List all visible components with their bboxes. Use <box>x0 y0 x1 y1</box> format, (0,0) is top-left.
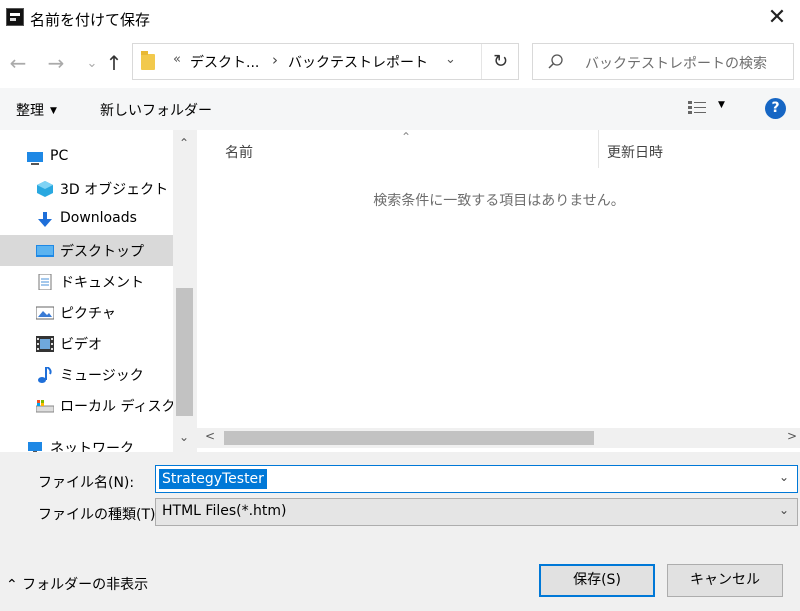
empty-results-message: 検索条件に一致する項目はありません。 <box>373 193 625 209</box>
3d-objects-icon <box>37 181 53 197</box>
sidebar-item-label: ネットワーク <box>50 441 134 452</box>
sidebar-item-label: ミュージック <box>60 368 144 384</box>
breadcrumb-item-report[interactable]: バックテストレポート <box>288 52 428 72</box>
sidebar-item-label: ピクチャ <box>60 306 116 322</box>
search-box[interactable]: バックテストレポートの検索 <box>532 43 794 80</box>
folder-icon <box>141 51 155 70</box>
scrollbar-thumb[interactable] <box>176 288 193 416</box>
scroll-down-icon[interactable]: ⌄ <box>179 430 189 444</box>
close-icon[interactable]: ✕ <box>762 4 792 32</box>
filename-value[interactable]: StrategyTester <box>159 469 267 489</box>
refresh-icon[interactable]: ↻ <box>481 44 519 79</box>
window-title: 名前を付けて保存 <box>30 11 151 29</box>
sidebar-item-label: Downloads <box>60 210 137 226</box>
recent-locations-icon[interactable]: ⌄ <box>80 53 104 77</box>
sidebar-item-downloads[interactable]: Downloads <box>0 204 173 235</box>
sidebar-item-videos[interactable]: ビデオ <box>0 328 173 359</box>
chevron-down-icon[interactable]: ⌄ <box>445 52 456 67</box>
sidebar-item-label: PC <box>50 148 69 164</box>
filename-field[interactable]: StrategyTester ⌄ <box>155 465 798 493</box>
new-folder-button[interactable]: 新しいフォルダー <box>100 100 212 120</box>
organize-button[interactable]: 整理 ▼ <box>16 100 57 120</box>
sidebar-item-label: ドキュメント <box>60 275 144 291</box>
disk-icon <box>36 400 54 413</box>
scroll-left-icon[interactable]: < <box>205 429 215 443</box>
app-icon <box>6 8 24 26</box>
organize-label: 整理 <box>16 103 44 119</box>
view-options-icon[interactable] <box>688 101 706 115</box>
column-header-date[interactable]: 更新日時 <box>607 142 663 162</box>
cancel-button[interactable]: キャンセル <box>667 564 783 597</box>
desktop-icon <box>36 245 54 257</box>
pc-icon <box>27 152 43 165</box>
chevron-right-icon[interactable]: › <box>272 51 278 69</box>
filetype-select[interactable]: HTML Files(*.htm) ⌄ <box>155 498 798 526</box>
video-icon <box>36 336 54 352</box>
column-header-name[interactable]: 名前 <box>225 142 253 162</box>
sidebar-item-pc[interactable]: PC <box>0 142 173 173</box>
sidebar-scrollbar[interactable]: ⌃ ⌄ <box>173 130 196 452</box>
sidebar-item-desktop[interactable]: デスクトップ <box>0 235 173 266</box>
command-toolbar: 整理 ▼ 新しいフォルダー ▼ ? <box>0 88 800 130</box>
file-list-pane: ⌃ 名前 更新日時 検索条件に一致する項目はありません。 < > <box>196 130 800 452</box>
breadcrumb-overflow[interactable]: « <box>173 52 181 67</box>
document-icon <box>38 274 52 290</box>
sort-ascending-icon: ⌃ <box>401 130 412 144</box>
forward-arrow-icon[interactable]: → <box>44 52 68 76</box>
breadcrumb-item-desktop[interactable]: デスクト... <box>190 52 259 72</box>
column-divider[interactable] <box>598 130 599 168</box>
view-caret-icon[interactable]: ▼ <box>718 100 725 110</box>
scroll-right-icon[interactable]: > <box>787 429 797 443</box>
sidebar-item-label: ビデオ <box>60 337 102 353</box>
hide-folders-toggle[interactable]: ⌃ フォルダーの非表示 <box>6 574 148 594</box>
save-button[interactable]: 保存(S) <box>539 564 655 597</box>
sidebar-item-network[interactable]: ネットワーク <box>0 432 173 452</box>
address-bar[interactable]: « デスクト... › バックテストレポート ⌄ ↻ <box>132 43 519 80</box>
music-icon <box>38 367 52 383</box>
caret-down-icon: ▼ <box>50 106 57 116</box>
network-icon <box>28 442 42 452</box>
filetype-label: ファイルの種類(T): <box>38 507 161 523</box>
filetype-value: HTML Files(*.htm) <box>162 503 287 519</box>
sidebar-item-label: デスクトップ <box>60 244 144 260</box>
picture-icon <box>36 306 54 320</box>
help-icon[interactable]: ? <box>765 98 786 119</box>
up-arrow-icon[interactable]: ↑ <box>102 52 126 76</box>
sidebar-item-pictures[interactable]: ピクチャ <box>0 297 173 328</box>
chevron-down-icon[interactable]: ⌄ <box>779 503 789 517</box>
sidebar-item-3d-objects[interactable]: 3D オブジェクト <box>0 173 173 204</box>
sidebar-item-documents[interactable]: ドキュメント <box>0 266 173 297</box>
sidebar-item-music[interactable]: ミュージック <box>0 359 173 390</box>
download-icon <box>38 212 52 227</box>
sidebar-item-local-disk[interactable]: ローカル ディスク (C <box>0 390 195 421</box>
scroll-up-icon[interactable]: ⌃ <box>179 136 189 150</box>
horizontal-scrollbar[interactable]: < > <box>197 428 800 448</box>
search-icon <box>548 54 563 69</box>
sidebar-item-label: 3D オブジェクト <box>60 182 169 198</box>
scrollbar-thumb[interactable] <box>224 431 594 445</box>
title-bar: 名前を付けて保存 ✕ <box>0 0 800 38</box>
chevron-down-icon[interactable]: ⌄ <box>779 470 789 484</box>
save-form-panel: ファイル名(N): StrategyTester ⌄ ファイルの種類(T): H… <box>0 452 800 611</box>
back-arrow-icon[interactable]: ← <box>6 52 30 76</box>
navigation-pane: PC 3D オブジェクト Downloads デスクトップ ドキュメント ピクチ… <box>0 130 196 452</box>
search-placeholder: バックテストレポートの検索 <box>585 56 767 72</box>
filename-label: ファイル名(N): <box>38 475 135 491</box>
